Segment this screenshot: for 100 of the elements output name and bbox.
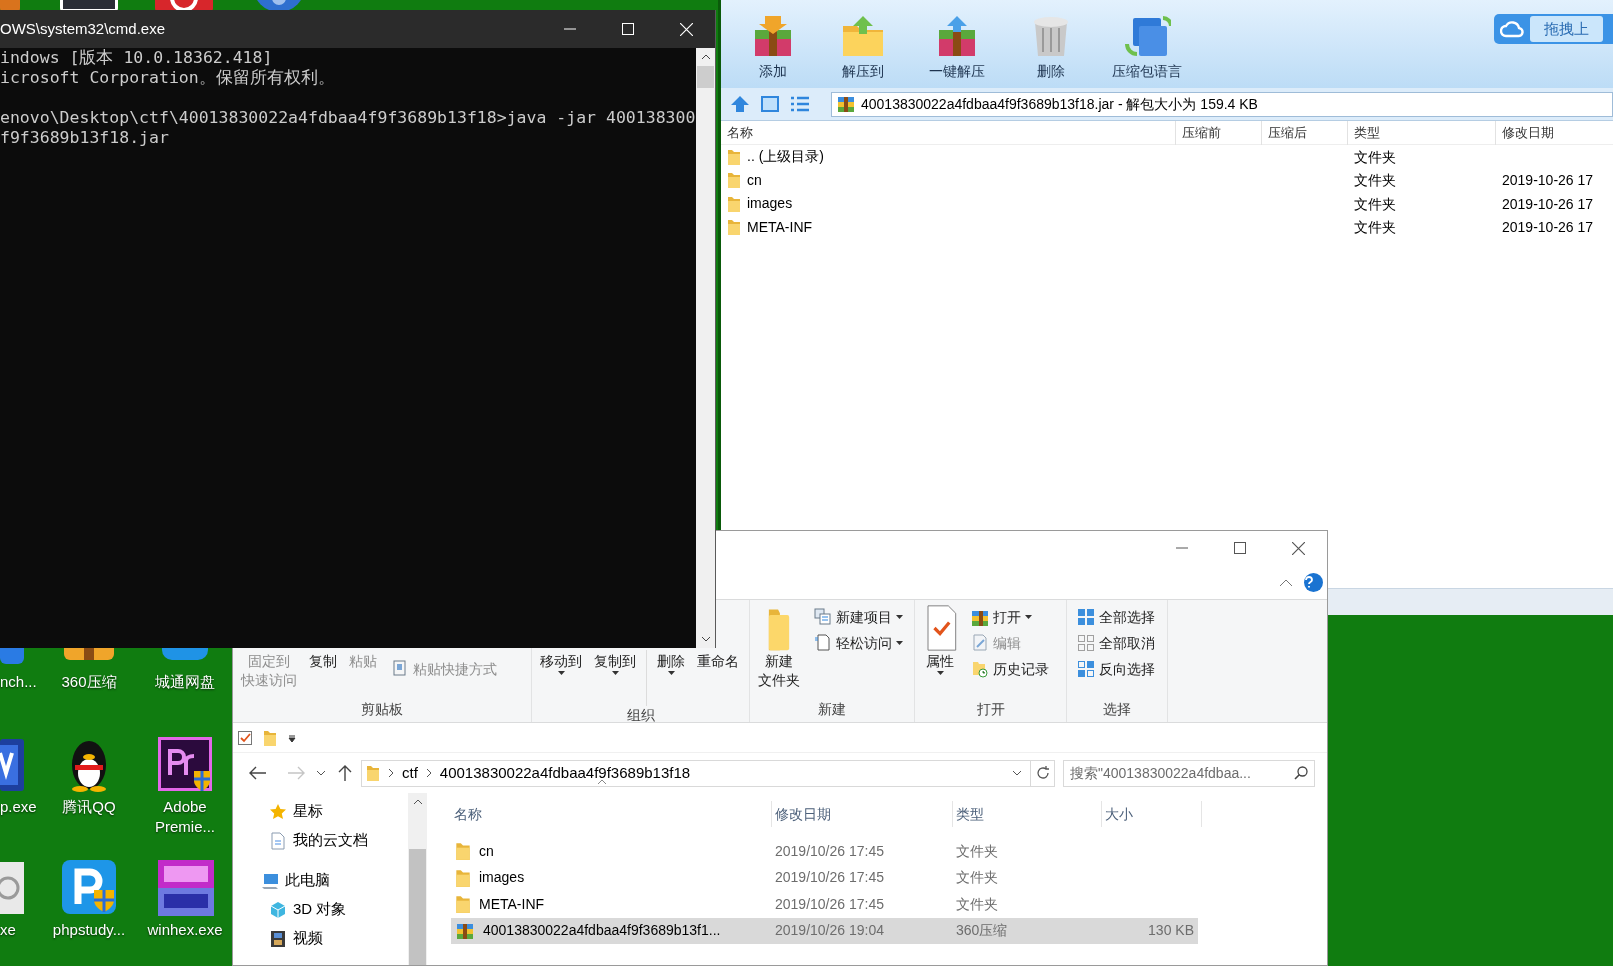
file-row[interactable]: images 2019/10/26 17:45 文件夹 bbox=[451, 864, 1198, 891]
search-field[interactable]: 搜索"40013830022a4fdbaa... bbox=[1063, 759, 1315, 787]
icon-label[interactable]: p.exe bbox=[0, 797, 37, 817]
nav-icon bbox=[269, 929, 287, 948]
file-date: 2019-10-26 17 bbox=[1502, 219, 1594, 236]
column-header[interactable]: 修改日期 bbox=[772, 801, 953, 827]
ribbon-button[interactable]: 删除 bbox=[653, 652, 689, 675]
console-line: enovo\Desktop\ctf\40013830022a4fdbaa4f9f3689b13f18>java -jar 400138300 bbox=[0, 108, 696, 128]
address-bar[interactable]: ctf 40013830022a4fdbaa4f9f3689b13f18 bbox=[361, 759, 1055, 787]
icon-label[interactable]: winhex.exe bbox=[137, 920, 233, 940]
ribbon-button[interactable]: 全部选择 bbox=[1077, 604, 1155, 630]
breadcrumb-item[interactable]: 40013830022a4fdbaa4f9f3689b13f18 bbox=[439, 761, 691, 785]
back-arrow-icon bbox=[249, 766, 267, 780]
column-header[interactable]: 名称 bbox=[721, 120, 1176, 145]
scrollbar-thumb[interactable] bbox=[409, 849, 426, 965]
ribbon-button[interactable]: 轻松访问 bbox=[814, 630, 903, 656]
ribbon-button[interactable]: 复制到 bbox=[590, 652, 640, 675]
ribbon-icon bbox=[971, 608, 989, 626]
file-row[interactable]: META-INF 2019/10/26 17:45 文件夹 bbox=[451, 891, 1198, 918]
app-icon bbox=[156, 735, 214, 793]
file-date: 2019/10/26 17:45 bbox=[775, 869, 884, 886]
app-icon bbox=[156, 858, 214, 916]
file-type: 文件夹 bbox=[1354, 172, 1396, 189]
dropdown-icon bbox=[287, 732, 297, 743]
help-button[interactable] bbox=[1304, 572, 1323, 592]
icon-label[interactable]: 360压缩 bbox=[41, 672, 137, 692]
group-label: 选择 bbox=[1102, 700, 1132, 719]
nav-item[interactable]: 3D 对象 bbox=[233, 895, 408, 924]
chevron-icon bbox=[425, 768, 432, 778]
icon-label[interactable]: 城通网盘 bbox=[137, 672, 233, 692]
console-line: icrosoft Corporation。保留所有权利。 bbox=[0, 68, 336, 88]
nav-item[interactable]: 星标 bbox=[233, 797, 408, 826]
ribbon-button[interactable]: 反向选择 bbox=[1077, 656, 1155, 682]
folder-icon bbox=[727, 218, 741, 237]
icon-label[interactable]: xe bbox=[0, 920, 16, 940]
toolbar-button[interactable]: 解压到 bbox=[817, 0, 909, 88]
ribbon-button[interactable]: 历史记录 bbox=[971, 656, 1049, 682]
ribbon-button[interactable]: 新建 文件夹 bbox=[754, 604, 804, 690]
file-name: images bbox=[479, 868, 525, 888]
icon-label[interactable]: 腾讯QQ bbox=[41, 797, 137, 817]
window-title: OWS\system32\cmd.exe bbox=[0, 18, 167, 39]
icon-label[interactable]: phpstudy... bbox=[41, 920, 137, 940]
ribbon-button[interactable]: 全部取消 bbox=[1077, 630, 1155, 656]
file-row[interactable]: 40013830022a4fdbaa4f9f3689b13f1... 2019/10/26 19:04 360压缩 130 KB bbox=[451, 917, 1198, 944]
column-header[interactable]: 修改日期 bbox=[1496, 120, 1613, 145]
ribbon-icon bbox=[1077, 634, 1095, 652]
file-type: 360压缩 bbox=[956, 922, 1008, 939]
ribbon-icon bbox=[971, 634, 989, 652]
scrollbar-thumb[interactable] bbox=[697, 66, 714, 88]
ribbon-button[interactable]: 打开 bbox=[971, 604, 1049, 630]
help-icon bbox=[1304, 576, 1314, 588]
icon-label[interactable]: nch... bbox=[0, 672, 37, 692]
folder-icon bbox=[455, 894, 471, 915]
file-name: cn bbox=[479, 841, 494, 861]
file-name: 40013830022a4fdbaa4f9f3689b13f1... bbox=[483, 921, 721, 941]
ribbon-button[interactable]: 复制 bbox=[305, 652, 341, 671]
nav-icon bbox=[269, 831, 287, 850]
nav-icon bbox=[269, 900, 287, 919]
nav-item[interactable]: 我的云文档 bbox=[233, 826, 408, 855]
address-field[interactable]: 40013830022a4fdbaa4f9f3689b13f18.jar - 解包大小为 159.4 KB bbox=[831, 91, 1613, 117]
ribbon-button[interactable]: 新建项目 bbox=[814, 604, 903, 630]
column-header[interactable]: 压缩前 bbox=[1176, 120, 1262, 145]
refresh-icon bbox=[1035, 766, 1050, 780]
up-arrow-icon bbox=[338, 764, 352, 782]
upload-button[interactable]: 拖拽上 bbox=[1494, 14, 1613, 44]
file-date: 2019/10/26 17:45 bbox=[775, 842, 884, 859]
ribbon-button[interactable]: 属性 bbox=[919, 604, 961, 675]
nav-item[interactable]: 视频 bbox=[233, 924, 408, 953]
caret-icon bbox=[936, 671, 944, 675]
column-header[interactable]: 类型 bbox=[953, 801, 1102, 827]
app-icon bbox=[60, 858, 118, 916]
toolbar-button[interactable]: 删除 bbox=[1005, 0, 1097, 88]
ribbon-button[interactable]: 重命名 bbox=[693, 652, 743, 671]
nav-icon bbox=[269, 802, 287, 821]
breadcrumb-item[interactable]: ctf bbox=[402, 761, 418, 785]
column-header[interactable]: 类型 bbox=[1348, 120, 1496, 145]
column-header[interactable]: 压缩后 bbox=[1262, 120, 1348, 145]
column-header[interactable]: 大小 bbox=[1102, 801, 1202, 827]
scroll-up-icon bbox=[412, 799, 423, 805]
group-label: 新建 bbox=[817, 700, 847, 719]
ribbon-button[interactable]: 移动到 bbox=[536, 652, 586, 675]
toolbar-button[interactable]: 一键解压 bbox=[909, 0, 1005, 88]
group-label: 打开 bbox=[975, 700, 1006, 719]
toolbar-button[interactable]: 压缩包语言 bbox=[1097, 0, 1197, 88]
file-date: 2019/10/26 17:45 bbox=[775, 895, 884, 912]
icon-label[interactable]: Adobe Premie... bbox=[137, 797, 233, 837]
console-line: indows [版本 10.0.18362.418] bbox=[0, 48, 274, 68]
column-header[interactable]: 名称 bbox=[451, 801, 772, 827]
toolbar-button[interactable]: 添加 bbox=[729, 0, 817, 88]
file-name: images bbox=[747, 194, 793, 214]
ribbon-icon bbox=[814, 608, 832, 626]
file-row[interactable]: cn 2019/10/26 17:45 文件夹 bbox=[451, 838, 1198, 865]
chevron-up-icon bbox=[1280, 578, 1292, 586]
caret-icon bbox=[611, 671, 619, 675]
ribbon-icon bbox=[1077, 660, 1095, 678]
nav-item[interactable]: 此电脑 bbox=[233, 866, 408, 895]
checkbox-icon bbox=[237, 729, 253, 746]
archive-icon bbox=[836, 94, 856, 114]
file-type: 文件夹 bbox=[956, 895, 998, 912]
ribbon-icon bbox=[1077, 608, 1095, 626]
